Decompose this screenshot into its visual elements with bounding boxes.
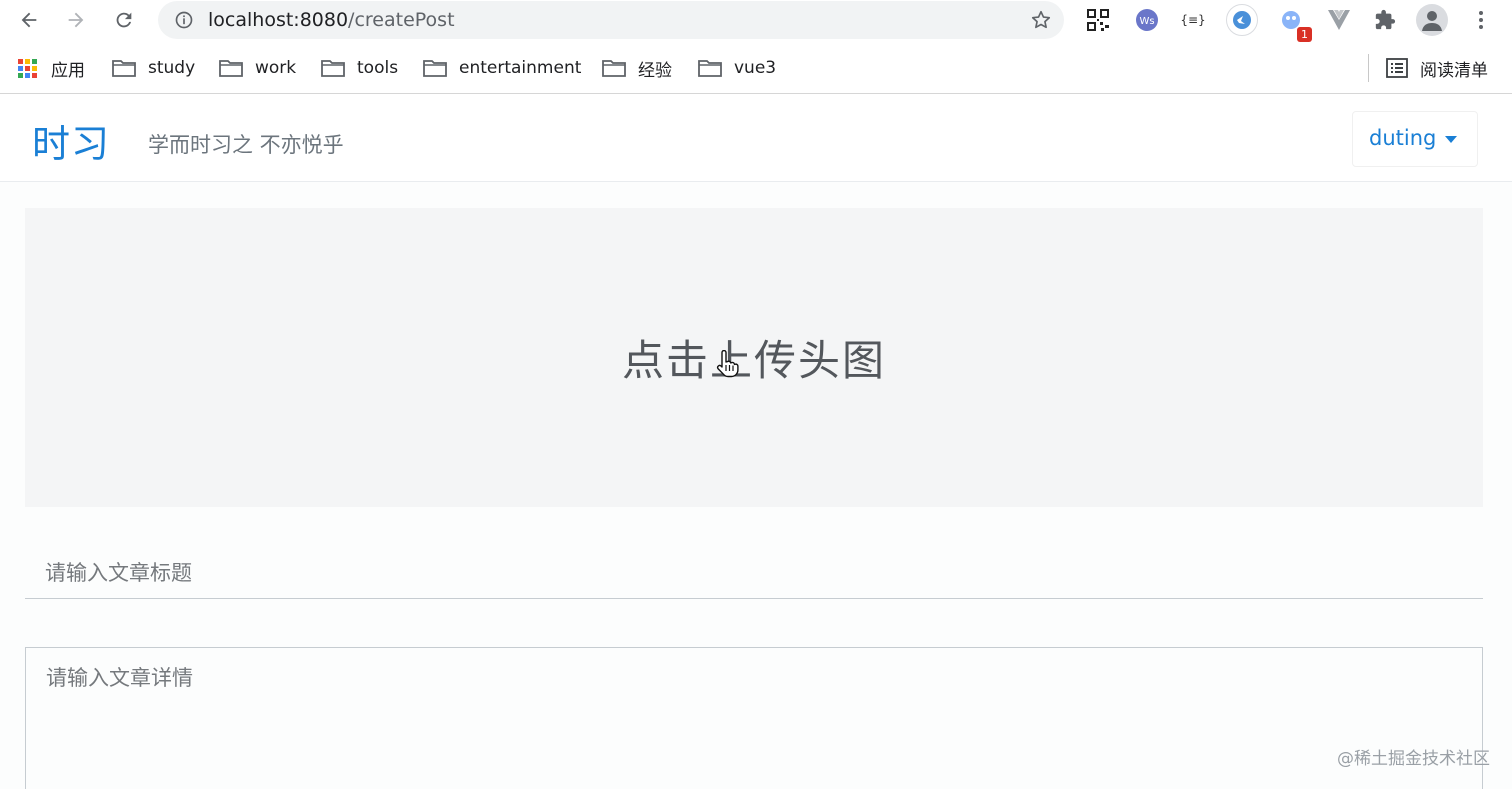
bookmarks-divider (1368, 54, 1369, 82)
vue-devtools-icon[interactable] (1326, 7, 1352, 33)
browser-toolbar: localhost:8080/createPost Ws {≡} 1 (0, 0, 1512, 42)
reading-list-button[interactable]: 阅读清单 (1386, 56, 1488, 81)
arrow-right-icon (68, 12, 84, 28)
bookmark-apps[interactable]: 应用 (18, 56, 85, 81)
bookmark-apps-label: 应用 (51, 60, 85, 81)
folder-icon (423, 60, 447, 77)
blue-bird-icon[interactable] (1226, 4, 1258, 36)
brand-slogan: 学而时习之 不亦悦乎 (148, 133, 344, 157)
folder-icon (321, 60, 345, 77)
browser-menu-button[interactable] (1468, 7, 1494, 33)
app-header: 时习 学而时习之 不亦悦乎 duting (0, 95, 1512, 182)
puzzle-icon[interactable] (1372, 7, 1398, 33)
info-icon[interactable] (174, 10, 194, 30)
more-vertical-icon (1479, 11, 1483, 29)
json-formatter-icon[interactable]: {≡} (1180, 7, 1206, 33)
bookmark-star-icon[interactable] (1030, 9, 1052, 31)
caret-down-icon (1445, 136, 1457, 143)
bookmark-folder-tools[interactable]: tools (321, 56, 398, 80)
reading-list-icon (1386, 58, 1408, 78)
apps-grid-icon (18, 58, 37, 78)
url-host: localhost:8080 (208, 9, 349, 31)
url-text: localhost:8080/createPost (208, 9, 455, 31)
bookmark-folder-label: work (255, 58, 297, 78)
hand-cursor-icon (716, 350, 739, 378)
folder-icon (698, 60, 722, 77)
user-name: duting (1369, 126, 1437, 150)
bookmark-folder-entertainment[interactable]: entertainment (423, 56, 581, 80)
folder-icon (602, 60, 626, 77)
watermark: @稀土掘金技术社区 (1337, 749, 1490, 769)
bookmark-folder-label: vue3 (734, 58, 777, 78)
bookmarks-bar: 应用 study work tools entertainment 经验 vue… (0, 42, 1512, 94)
bookmark-folder-vue3[interactable]: vue3 (698, 56, 776, 80)
reload-button[interactable] (109, 5, 139, 35)
brand-logo[interactable]: 时习 (32, 113, 110, 168)
forward-button[interactable] (61, 5, 91, 35)
ws-extension-icon[interactable]: Ws (1134, 7, 1160, 33)
profile-avatar[interactable] (1416, 4, 1448, 36)
post-title-input[interactable] (25, 547, 1483, 599)
bookmark-folder-label: study (148, 58, 196, 78)
folder-icon (219, 60, 243, 77)
bookmark-folder-study[interactable]: study (112, 56, 195, 80)
url-path: /createPost (348, 9, 455, 31)
user-dropdown[interactable]: duting (1352, 111, 1478, 167)
bookmark-folder-label: 经验 (638, 60, 672, 81)
app-page: 时习 学而时习之 不亦悦乎 duting 点击上传头图 (0, 95, 1512, 789)
bookmark-folder-label: tools (357, 58, 399, 78)
reload-icon (116, 12, 132, 28)
post-content-textarea[interactable] (25, 647, 1483, 789)
bookmark-folder-experience[interactable]: 经验 (602, 56, 672, 81)
cover-image-upload[interactable]: 点击上传头图 (25, 208, 1483, 507)
bookmark-folder-work[interactable]: work (219, 56, 296, 80)
folder-icon (112, 60, 136, 77)
qr-code-icon[interactable] (1085, 7, 1111, 33)
badged-extension-icon[interactable]: 1 (1278, 7, 1312, 42)
bookmark-folder-label: entertainment (459, 58, 582, 78)
person-icon (1422, 11, 1442, 31)
arrow-left-icon (21, 12, 37, 28)
extension-badge: 1 (1297, 27, 1312, 42)
ws-extension-label: Ws (1139, 16, 1154, 27)
upload-label: 点击上传头图 (621, 336, 886, 385)
back-button[interactable] (14, 5, 44, 35)
address-bar[interactable]: localhost:8080/createPost (158, 1, 1064, 39)
reading-list-label: 阅读清单 (1420, 60, 1488, 81)
json-formatter-label: {≡} (1180, 13, 1206, 27)
